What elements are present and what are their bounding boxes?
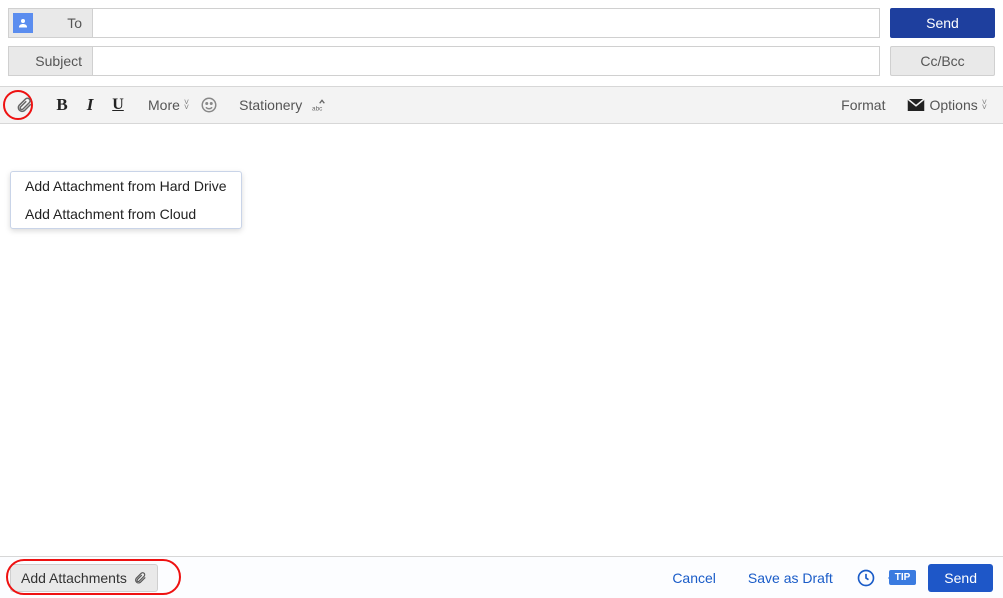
send-button-top[interactable]: Send [890, 8, 995, 38]
schedule-button[interactable] [855, 567, 877, 589]
envelope-icon [907, 98, 925, 112]
to-input[interactable] [92, 8, 880, 38]
svg-text:abc: abc [312, 106, 323, 113]
to-row: To Send [8, 8, 995, 38]
options-label: Options [929, 97, 977, 113]
compose-footer: Add Attachments Cancel Save as Draft TIP… [0, 556, 1003, 598]
add-attachments-button[interactable]: Add Attachments [10, 564, 158, 592]
add-attachments-label: Add Attachments [21, 570, 127, 586]
attach-from-hard-drive[interactable]: Add Attachment from Hard Drive [11, 172, 241, 200]
tip-badge[interactable]: TIP [889, 570, 917, 585]
attach-dropdown: Add Attachment from Hard Drive Add Attac… [10, 171, 242, 229]
options-button[interactable]: Options ˅˅ [901, 97, 993, 113]
emoji-button[interactable] [195, 91, 223, 119]
cancel-link[interactable]: Cancel [672, 570, 716, 586]
attach-from-cloud[interactable]: Add Attachment from Cloud [11, 200, 241, 228]
format-button[interactable]: Format [835, 97, 891, 113]
to-label-text: To [39, 15, 92, 31]
subject-label-cell: Subject [8, 46, 92, 76]
underline-button[interactable]: U [104, 91, 132, 119]
subject-input[interactable] [92, 46, 880, 76]
paperclip-icon [133, 571, 147, 585]
subject-row: Subject Cc/Bcc [8, 46, 995, 76]
to-label-cell[interactable]: To [8, 8, 92, 38]
send-button-bottom[interactable]: Send [928, 564, 993, 592]
more-button[interactable]: More ˅˅ [142, 97, 195, 113]
more-label: More [148, 97, 180, 113]
save-as-draft-link[interactable]: Save as Draft [748, 570, 833, 586]
format-label: Format [841, 97, 885, 113]
formatting-toolbar: B I U More ˅˅ Stationery abc Format [0, 86, 1003, 124]
ccbcc-button[interactable]: Cc/Bcc [890, 46, 995, 76]
spellcheck-button[interactable]: abc [308, 91, 336, 119]
attach-button[interactable] [10, 91, 38, 119]
italic-button[interactable]: I [76, 91, 104, 119]
compose-body[interactable]: Add Attachment from Hard Drive Add Attac… [0, 124, 1003, 556]
stationery-label: Stationery [239, 97, 302, 113]
stationery-button[interactable]: Stationery [233, 97, 308, 113]
bold-button[interactable]: B [48, 91, 76, 119]
compose-header: To Send Subject Cc/Bcc [0, 0, 1003, 86]
chevron-down-icon: ˅˅ [184, 100, 189, 110]
subject-label-text: Subject [35, 53, 82, 69]
contacts-icon [13, 13, 33, 33]
chevron-down-icon: ˅˅ [982, 100, 987, 110]
